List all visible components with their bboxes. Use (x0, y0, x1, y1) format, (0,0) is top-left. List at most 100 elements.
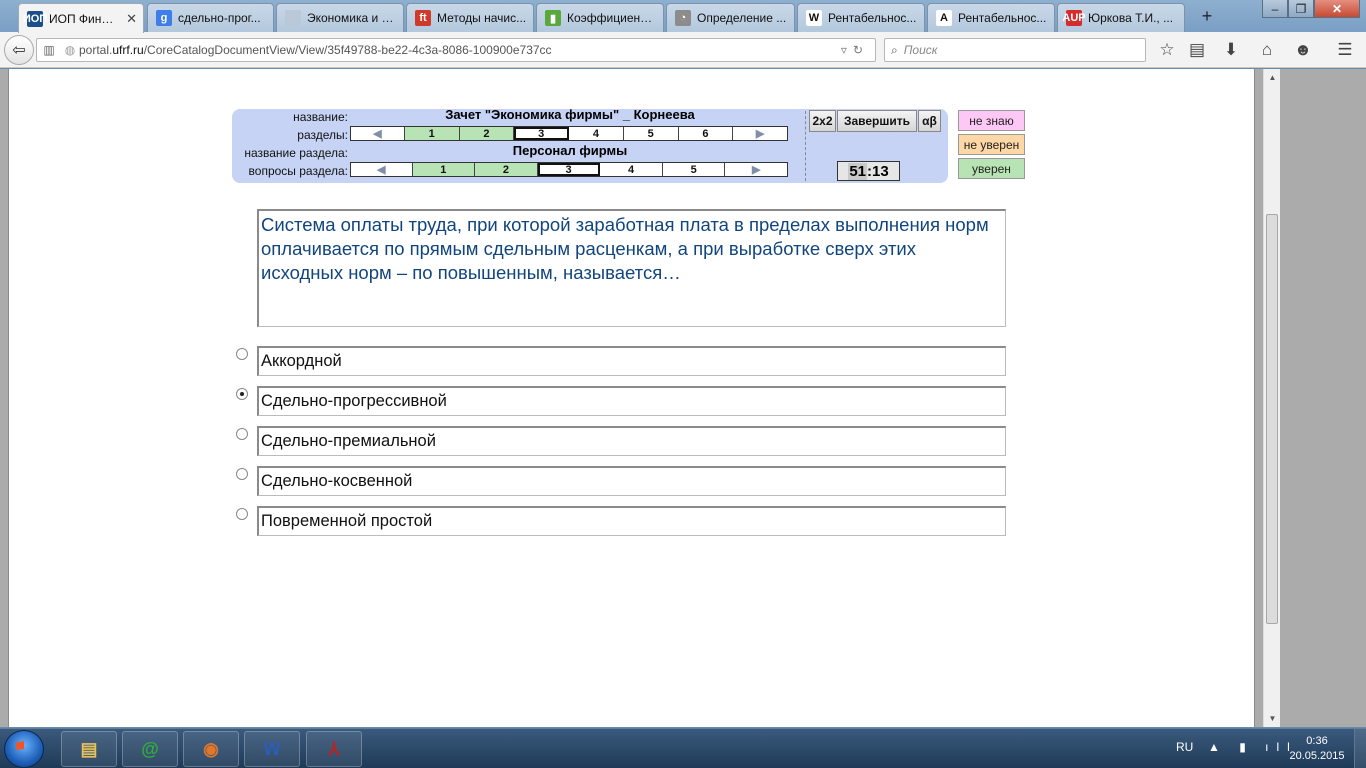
tab-favicon-icon: ◔ (675, 10, 691, 26)
questions-page-2[interactable]: 2 (475, 163, 538, 176)
acrobat-icon: ⅄ (328, 738, 340, 759)
answer-option[interactable]: Сдельно-премиальной (257, 426, 1006, 456)
answer-option[interactable]: Сдельно-косвенной (257, 466, 1006, 496)
browser-tab[interactable]: g сдельно-прог... (147, 3, 274, 32)
sections-page-5[interactable]: 5 (624, 127, 679, 140)
confidence-dont-know-button[interactable]: не знаю (958, 110, 1025, 131)
answer-radio[interactable] (236, 468, 248, 480)
browser-tab[interactable]: AUP Юркова Т.И., ... (1057, 3, 1185, 32)
answer-option[interactable]: Аккордной (257, 346, 1006, 376)
browser-tab[interactable]: ◔ Определение ... (666, 3, 795, 32)
pager-next-arrow-icon[interactable]: ▶ (733, 127, 787, 140)
answer-radio[interactable] (236, 348, 248, 360)
windows-logo-icon (16, 741, 25, 750)
questions-page-5[interactable]: 5 (663, 163, 726, 176)
show-desktop-button[interactable] (1354, 729, 1366, 768)
tab-favicon-icon: ft (415, 10, 431, 26)
scroll-up-icon[interactable]: ▲ (1264, 69, 1281, 86)
browser-tab[interactable]: A Рентабельнос... (927, 3, 1055, 32)
arrow-left-icon: ⇦ (12, 42, 26, 59)
answer-radio[interactable] (236, 508, 248, 520)
label-sections: разделы: (297, 128, 348, 142)
tab-strip: ИОП ИОП Фину... ✕ g сдельно-прог... Экономика… (0, 0, 1366, 33)
tab-title: Методы начис... (437, 11, 527, 25)
tab-title: Юркова Т.И., ... (1088, 11, 1174, 25)
sections-page-6[interactable]: 6 (679, 127, 734, 140)
tab-title: Экономика и соци... (307, 11, 397, 25)
confidence-sure-button[interactable]: уверен (958, 158, 1025, 179)
browser-tab[interactable]: Экономика и соци... (276, 3, 404, 32)
menu-icon[interactable]: ☰ (1334, 40, 1356, 62)
tab-favicon-icon: g (156, 10, 172, 26)
answer-radio[interactable] (236, 388, 248, 400)
confidence-not-sure-button[interactable]: не уверен (958, 134, 1025, 155)
timer: 51:13 (837, 161, 900, 181)
tab-favicon-icon (285, 10, 301, 26)
test-navigation-panel: название: разделы: название раздела: воп… (232, 107, 948, 183)
sections-page-4[interactable]: 4 (569, 127, 624, 140)
chat-icon[interactable]: ☻ (1292, 40, 1314, 62)
explorer-icon: ▤ (80, 738, 98, 759)
tab-favicon-icon: ▮ (545, 10, 561, 26)
taskbar-app-mail-agent[interactable]: @ (122, 731, 178, 767)
alphabet-button[interactable]: αβ (918, 110, 941, 132)
window-minimize-button[interactable]: ‒ (1262, 0, 1288, 18)
layout-2x2-button[interactable]: 2x2 (809, 110, 836, 132)
start-button[interactable] (4, 730, 44, 768)
label-section-name: название раздела: (244, 146, 348, 160)
address-bar[interactable]: ▥ ◍ portal. ufrf.ru/CoreCatalogDocumentVi… (36, 38, 876, 62)
test-title: Зачет "Экономика фирмы" _ Корнеева (445, 107, 695, 122)
home-icon[interactable]: ⌂ (1256, 40, 1278, 62)
tab-title: Рентабельнос... (828, 11, 917, 25)
browser-tab[interactable]: ▮ Коэффициент ... (536, 3, 664, 32)
reading-list-icon[interactable]: ▤ (1186, 40, 1208, 62)
language-indicator[interactable]: RU (1176, 740, 1193, 754)
pager-next-arrow-icon[interactable]: ▶ (725, 163, 787, 176)
new-tab-button[interactable]: + (1196, 5, 1218, 27)
sections-page-3[interactable]: 3 (514, 127, 569, 140)
answer-radio[interactable] (236, 428, 248, 440)
window-close-button[interactable]: ✕ (1314, 0, 1360, 18)
label-section-questions: вопросы раздела: (248, 164, 348, 178)
vertical-scrollbar[interactable]: ▲ ▼ (1263, 69, 1280, 727)
finish-button[interactable]: Завершить (837, 110, 917, 132)
tab-close-icon[interactable]: ✕ (126, 11, 137, 27)
tab-title: Коэффициент ... (567, 11, 657, 25)
questions-page-3[interactable]: 3 (537, 163, 601, 176)
navigation-toolbar: ⇦ ▥ ◍ portal. ufrf.ru/CoreCatalogDocument… (0, 32, 1366, 68)
browser-tab[interactable]: ИОП ИОП Фину... ✕ (18, 3, 144, 33)
search-input[interactable]: ⌕ Поиск (884, 38, 1146, 62)
window-maximize-button[interactable]: ❐ (1288, 0, 1314, 18)
taskbar-app-explorer[interactable]: ▤ (61, 731, 117, 767)
clock[interactable]: 0:36 20.05.2015 (1280, 734, 1354, 764)
taskbar-app-firefox[interactable]: ◉ (183, 731, 239, 767)
mail-agent-icon: @ (141, 738, 159, 759)
library-icon[interactable]: ▥ (37, 43, 61, 57)
tab-favicon-icon: W (806, 10, 822, 26)
pager-prev-arrow-icon[interactable]: ◀ (351, 127, 405, 140)
download-icon[interactable]: ⬇ (1220, 40, 1242, 62)
questions-page-1[interactable]: 1 (412, 163, 476, 176)
questions-page-4[interactable]: 4 (600, 163, 663, 176)
pager-prev-arrow-icon[interactable]: ◀ (351, 163, 413, 176)
taskbar-app-word[interactable]: W (244, 731, 300, 767)
tab-favicon-icon: ИОП (22, 10, 48, 27)
sections-page-2[interactable]: 2 (459, 127, 515, 140)
url-dropdown-reload-icons[interactable]: ▿↻ (841, 43, 869, 57)
scrollbar-thumb[interactable] (1266, 214, 1278, 624)
timer-minutes: 51 (848, 162, 867, 180)
tab-title: сдельно-прог... (178, 11, 261, 25)
sections-page-1[interactable]: 1 (404, 127, 460, 140)
bookmark-star-icon[interactable]: ☆ (1156, 40, 1178, 62)
firefox-icon: ◉ (203, 738, 219, 759)
sections-pager: ◀ 1 2 3 4 5 6 ▶ (350, 126, 788, 141)
answer-option[interactable]: Повременной простой (257, 506, 1006, 536)
scroll-down-icon[interactable]: ▼ (1264, 710, 1281, 727)
taskbar-app-acrobat[interactable]: ⅄ (306, 731, 362, 767)
browser-tab[interactable]: ft Методы начис... (406, 3, 534, 32)
back-button[interactable]: ⇦ (4, 35, 34, 65)
clock-date: 20.05.2015 (1289, 750, 1345, 762)
answer-option[interactable]: Сдельно-прогрессивной (257, 386, 1006, 416)
browser-tab[interactable]: W Рентабельнос... (797, 3, 925, 32)
globe-icon[interactable]: ◍ (61, 43, 79, 57)
